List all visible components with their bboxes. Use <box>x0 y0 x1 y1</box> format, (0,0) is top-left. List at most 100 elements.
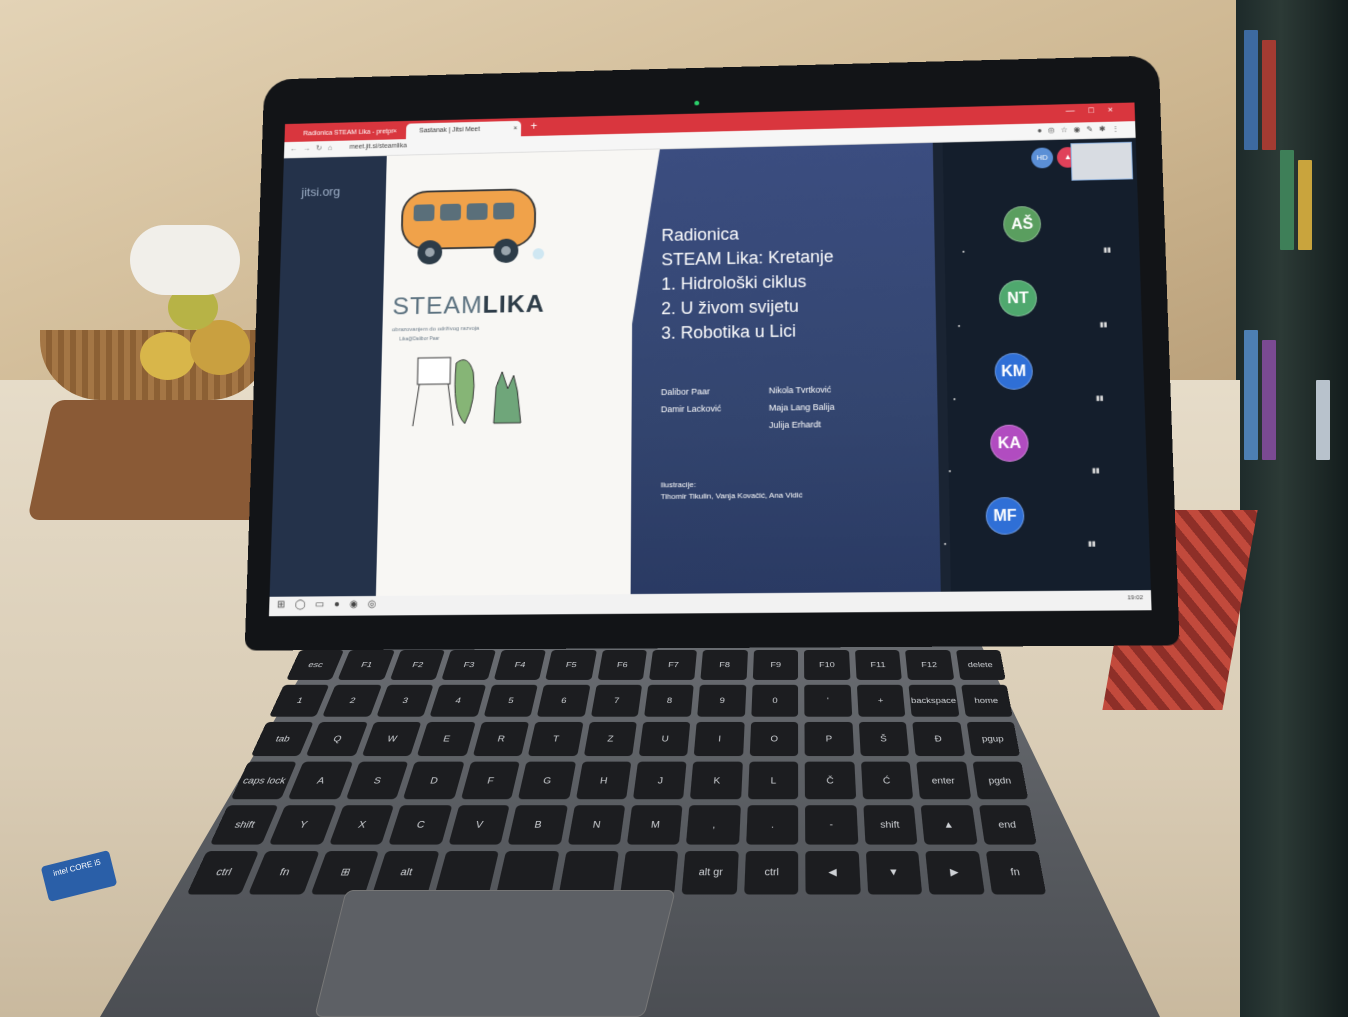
keyboard-key[interactable]: T <box>527 722 584 757</box>
keyboard-key[interactable]: F3 <box>441 650 496 681</box>
keyboard-key[interactable]: O <box>749 722 799 757</box>
trackpad[interactable] <box>314 890 676 1017</box>
participant-tile[interactable]: KA ▪ ▮▮ <box>930 416 1113 487</box>
keyboard-key[interactable]: P <box>804 722 854 757</box>
keyboard-key[interactable]: 5 <box>483 684 538 717</box>
keyboard-key[interactable]: F2 <box>389 650 446 681</box>
keyboard-key[interactable]: ▶ <box>925 850 985 895</box>
keyboard-key[interactable]: X <box>329 804 395 845</box>
keyboard-key[interactable]: end <box>978 804 1037 845</box>
participant-tile[interactable]: NT ▪ ▮▮ <box>939 271 1120 341</box>
close-icon[interactable]: × <box>513 121 517 137</box>
keyboard-key[interactable]: Z <box>583 722 637 757</box>
nav-buttons-icon[interactable]: ←→↻⌂ <box>290 144 338 153</box>
keyboard-key[interactable]: Č <box>805 762 856 799</box>
extensions-icon[interactable]: ●◎☆◉✎✱⋮ <box>1037 124 1126 135</box>
keyboard-key[interactable]: . <box>745 804 799 845</box>
keyboard-key[interactable]: M <box>626 804 684 845</box>
keyboard-key[interactable]: F4 <box>493 650 547 681</box>
keyboard-key[interactable] <box>434 850 500 895</box>
taskbar-apps-icon[interactable]: ⊞◯▭●◉◎ <box>277 599 386 610</box>
keyboard-key[interactable]: fn <box>248 850 320 895</box>
keyboard-key[interactable]: C <box>388 804 453 845</box>
keyboard-key[interactable]: J <box>632 762 687 799</box>
keyboard-key[interactable]: pgup <box>966 722 1021 757</box>
keyboard-key[interactable] <box>496 850 560 895</box>
keyboard-key[interactable]: enter <box>916 762 971 799</box>
hd-badge[interactable]: HD <box>1031 147 1054 169</box>
keyboard-key[interactable]: B <box>507 804 568 845</box>
keyboard-key[interactable]: , <box>686 804 741 845</box>
keyboard-key[interactable]: alt gr <box>682 850 739 895</box>
close-icon[interactable]: × <box>393 124 397 140</box>
keyboard-key[interactable]: 3 <box>376 684 434 717</box>
keyboard-key[interactable]: Q <box>306 722 368 757</box>
keyboard-key[interactable]: 6 <box>536 684 591 717</box>
keyboard-key[interactable]: H <box>575 762 632 799</box>
keyboard-key[interactable]: F11 <box>854 650 902 681</box>
keyboard-key[interactable]: R <box>472 722 530 757</box>
keyboard-key[interactable]: F8 <box>700 650 748 681</box>
window-controls[interactable]: —□× <box>1066 105 1127 116</box>
keyboard-key[interactable]: U <box>638 722 691 757</box>
photo-scene: intel CORE i5 esc F1 F2 F3 F4 F5 F6 F7 F8 F9 F10 F1… <box>0 0 1348 1017</box>
keyboard-key[interactable]: ◀ <box>805 850 861 895</box>
keyboard-key[interactable]: backspace <box>908 684 960 717</box>
keyboard-key[interactable]: F10 <box>804 650 851 681</box>
keyboard-key[interactable]: - <box>805 804 859 845</box>
url-field[interactable]: meet.jit.si/steamlika <box>349 143 406 151</box>
keyboard-key[interactable]: pgdn <box>972 762 1029 799</box>
keyboard-key[interactable]: 8 <box>643 684 695 717</box>
keyboard-key[interactable]: F7 <box>648 650 698 681</box>
keyboard-key[interactable]: delete <box>955 650 1006 681</box>
keyboard-key[interactable]: N <box>567 804 626 845</box>
keyboard-key[interactable]: 4 <box>429 684 486 717</box>
keyboard-key[interactable]: I <box>694 722 745 757</box>
keyboard-key[interactable] <box>620 850 679 895</box>
keyboard-key[interactable]: V <box>448 804 510 845</box>
keyboard-key[interactable]: F6 <box>597 650 647 681</box>
mic-icon: ▪ <box>957 323 961 330</box>
keyboard-key[interactable]: G <box>518 762 576 799</box>
keyboard-key[interactable]: ▼ <box>865 850 923 895</box>
keyboard-key[interactable]: F12 <box>905 650 954 681</box>
keyboard-key[interactable]: shift <box>863 804 918 845</box>
keyboard-key[interactable]: W <box>361 722 422 757</box>
self-view-thumbnail[interactable] <box>1070 141 1134 181</box>
participant-tile[interactable]: KM ▪ ▮▮ <box>934 344 1116 414</box>
illustrations-credit: Ilustracije: Tihomir Tikulin, Vanja Kova… <box>661 478 803 503</box>
keyboard-key[interactable]: Ć <box>860 762 914 799</box>
taskbar-clock[interactable]: 19:02 <box>1127 595 1143 601</box>
keyboard-key[interactable]: F <box>460 762 520 799</box>
keyboard-key[interactable]: F1 <box>337 650 395 681</box>
keyboard-key[interactable]: 9 <box>697 684 747 717</box>
keyboard-key[interactable]: Đ <box>912 722 965 757</box>
keyboard-key[interactable]: Y <box>269 804 337 845</box>
new-tab-icon[interactable]: + <box>530 119 537 132</box>
keyboard-key[interactable] <box>558 850 619 895</box>
keyboard-key[interactable]: 2 <box>322 684 382 717</box>
keyboard-key[interactable]: 0 <box>751 684 799 717</box>
keyboard-key[interactable]: 7 <box>590 684 643 717</box>
keyboard-key[interactable]: fn <box>985 850 1047 895</box>
keyboard-key[interactable]: F9 <box>752 650 799 681</box>
keyboard-key[interactable]: S <box>345 762 409 799</box>
keyboard-key[interactable]: ' <box>804 684 852 717</box>
keyboard-key[interactable]: ctrl <box>743 850 799 895</box>
keyboard-key[interactable]: D <box>403 762 465 799</box>
keyboard-key[interactable]: A <box>288 762 353 799</box>
keyboard-key[interactable]: F5 <box>545 650 597 681</box>
tab-label: Sastanak | Jitsi Meet <box>419 126 480 135</box>
keyboard-key[interactable]: K <box>690 762 743 799</box>
participant-tile[interactable]: AŠ ▪ ▮▮ <box>944 197 1124 267</box>
keyboard-key[interactable]: home <box>960 684 1013 717</box>
keyboard-key[interactable]: alt <box>372 850 440 895</box>
keyboard-key[interactable]: + <box>856 684 906 717</box>
keyboard-key[interactable]: E <box>416 722 476 757</box>
keyboard-key[interactable]: L <box>747 762 799 799</box>
participant-tile[interactable]: MF ▪ ▮▮ <box>925 488 1109 559</box>
keyboard-key[interactable]: Š <box>858 722 910 757</box>
keyboard-key[interactable]: ▲ <box>920 804 978 845</box>
jitsi-logo[interactable]: jitsi.org <box>301 184 340 199</box>
keyboard-key[interactable]: ⊞ <box>310 850 380 895</box>
